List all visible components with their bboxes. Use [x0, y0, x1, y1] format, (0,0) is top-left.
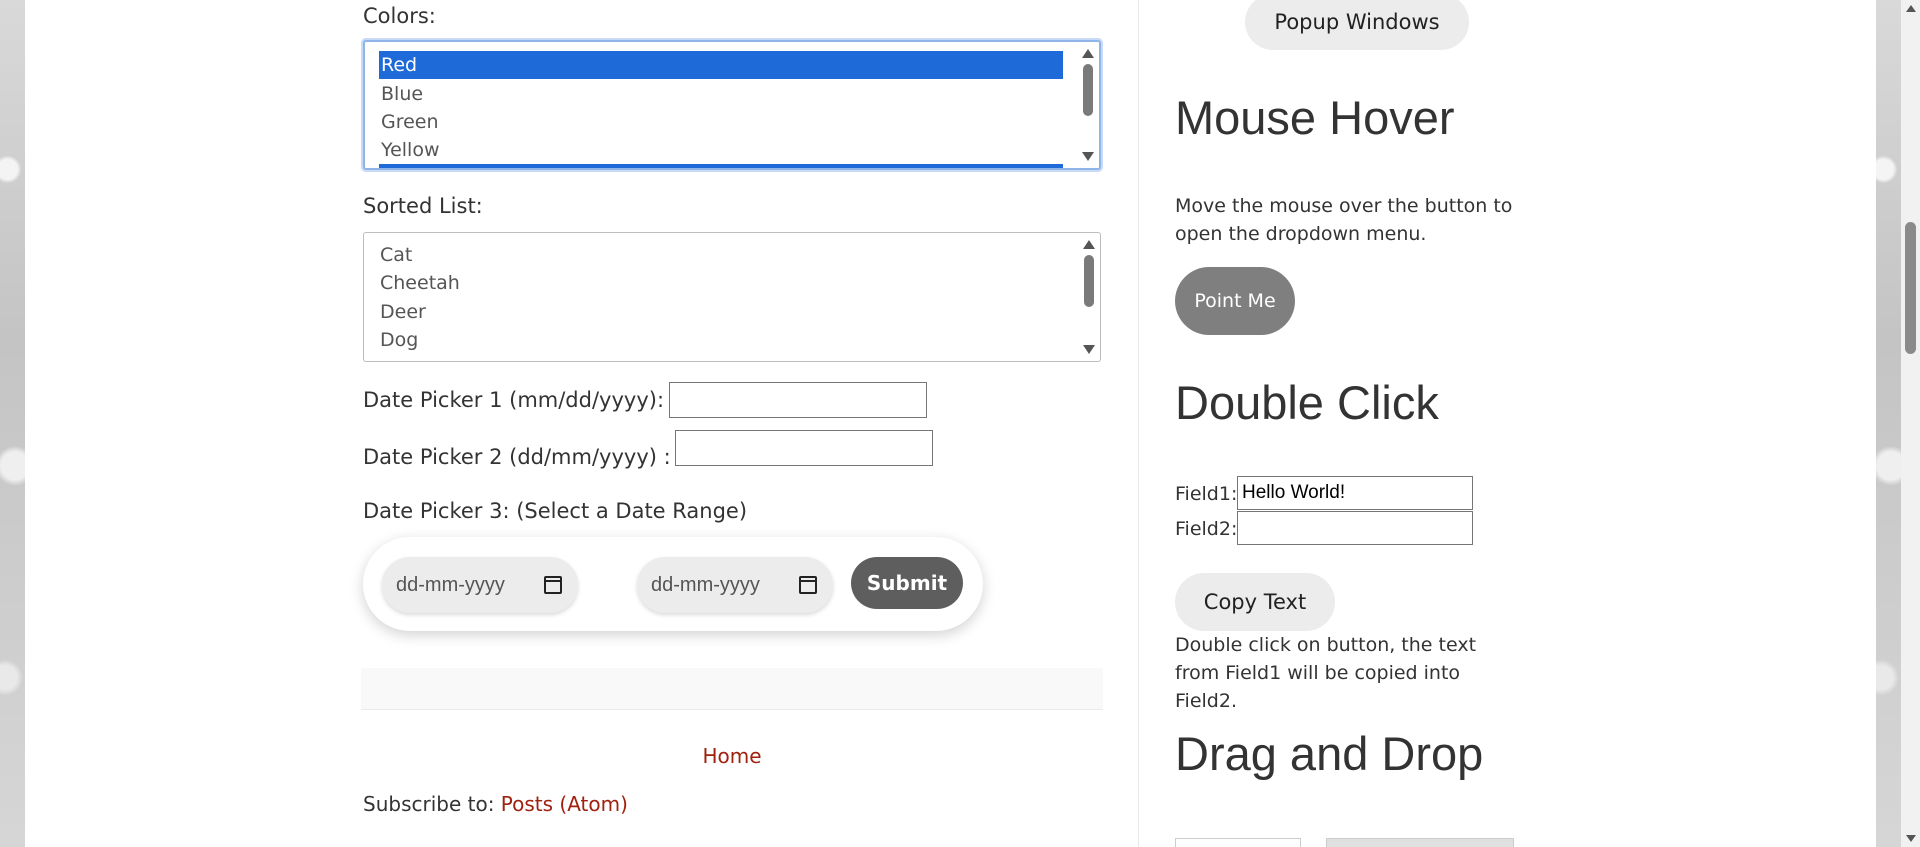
range-start-placeholder: dd-mm-yyyy	[396, 574, 505, 596]
field2-label: Field2:	[1175, 518, 1238, 540]
droppable-box[interactable]	[1326, 838, 1514, 847]
double-click-title: Double Click	[1175, 376, 1439, 429]
date-picker-2-label: Date Picker 2 (dd/mm/yyyy) :	[363, 445, 671, 469]
mouse-hover-title: Mouse Hover	[1175, 91, 1455, 144]
field1-input[interactable]	[1237, 476, 1473, 510]
field1-label: Field1:	[1175, 483, 1238, 505]
range-end-input[interactable]: dd-mm-yyyy	[637, 557, 833, 613]
date-picker-1-input[interactable]	[669, 382, 927, 418]
scroll-down-icon[interactable]	[1906, 835, 1916, 842]
submit-button[interactable]: Submit	[851, 557, 963, 609]
field2-input[interactable]	[1237, 511, 1473, 545]
colors-option-yellow[interactable]: Yellow	[381, 136, 440, 164]
date-picker-2-input[interactable]	[675, 430, 933, 466]
background-left	[0, 0, 25, 847]
range-start-input[interactable]: dd-mm-yyyy	[382, 557, 578, 613]
popup-windows-button[interactable]: Popup Windows	[1245, 0, 1469, 50]
listbox-scroll-up-icon[interactable]	[1082, 49, 1094, 58]
colors-label: Colors:	[363, 4, 436, 28]
subscribe-prefix: Subscribe to:	[363, 792, 501, 816]
listbox-scroll-thumb[interactable]	[1083, 64, 1093, 116]
draggable-box[interactable]	[1175, 838, 1301, 847]
copy-text-button[interactable]: Copy Text	[1175, 573, 1335, 631]
page: Colors: Red Blue Green Yellow Sorted Lis…	[25, 0, 1876, 847]
colors-option-partial[interactable]	[379, 164, 1063, 168]
listbox-scroll-down-icon[interactable]	[1082, 152, 1094, 161]
drag-drop-title: Drag and Drop	[1175, 727, 1484, 780]
sorted-listbox[interactable]: Cat Cheetah Deer Dog	[363, 232, 1101, 362]
colors-option-blue[interactable]: Blue	[381, 80, 423, 108]
posts-atom-link[interactable]: Posts (Atom)	[501, 792, 628, 816]
colors-option-red[interactable]: Red	[379, 51, 1063, 79]
listbox-scroll-thumb[interactable]	[1084, 255, 1094, 307]
background-right	[1876, 0, 1901, 847]
calendar-icon[interactable]	[544, 576, 562, 594]
subscribe-line: Subscribe to: Posts (Atom)	[363, 792, 628, 816]
listbox-scroll-up-icon[interactable]	[1083, 240, 1095, 249]
sorted-option-deer[interactable]: Deer	[380, 298, 426, 326]
listbox-scroll-down-icon[interactable]	[1083, 345, 1095, 354]
scroll-thumb[interactable]	[1905, 222, 1916, 354]
date-range-form: dd-mm-yyyy dd-mm-yyyy Submit	[363, 537, 983, 631]
footer-band	[361, 668, 1103, 710]
sorted-option-cheetah[interactable]: Cheetah	[380, 269, 460, 297]
home-link[interactable]: Home	[363, 744, 1101, 768]
double-click-description: Double click on button, the text from Fi…	[1175, 634, 1477, 712]
mouse-hover-description: Move the mouse over the button to open t…	[1175, 195, 1513, 245]
scroll-up-icon[interactable]	[1906, 5, 1916, 12]
range-end-placeholder: dd-mm-yyyy	[651, 574, 760, 596]
sorted-option-dog[interactable]: Dog	[380, 326, 418, 354]
column-divider	[1138, 0, 1139, 847]
date-picker-1-label: Date Picker 1 (mm/dd/yyyy):	[363, 388, 665, 412]
calendar-icon[interactable]	[799, 576, 817, 594]
point-me-button[interactable]: Point Me	[1175, 267, 1295, 335]
sorted-list-label: Sorted List:	[363, 194, 483, 218]
sorted-option-cat[interactable]: Cat	[380, 241, 412, 269]
date-picker-3-label: Date Picker 3: (Select a Date Range)	[363, 499, 748, 523]
colors-option-green[interactable]: Green	[381, 108, 439, 136]
colors-listbox[interactable]: Red Blue Green Yellow	[363, 40, 1101, 170]
page-scrollbar[interactable]	[1901, 0, 1920, 847]
